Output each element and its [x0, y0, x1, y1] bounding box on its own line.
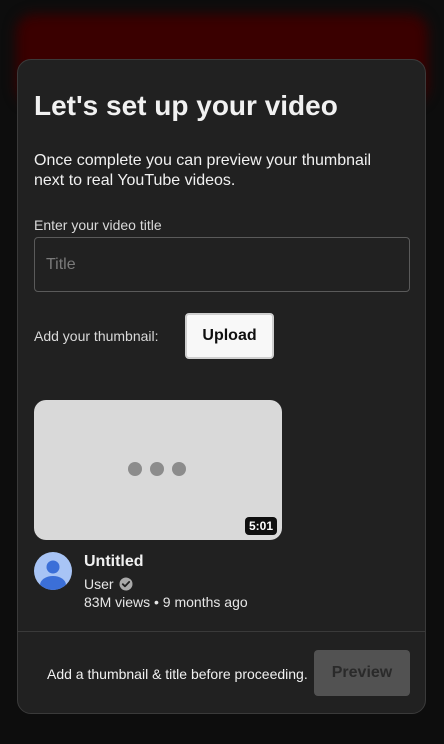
- thumbnail-field-label: Add your thumbnail:: [34, 328, 159, 344]
- thumbnail-placeholder: 5:01: [34, 400, 282, 540]
- video-setup-dialog: Let's set up your video Once complete yo…: [17, 59, 426, 714]
- user-avatar-icon: [34, 552, 72, 590]
- video-meta: 83M views • 9 months ago: [84, 594, 248, 610]
- dot: [128, 462, 142, 476]
- dot: [172, 462, 186, 476]
- duration-badge: 5:01: [244, 517, 277, 535]
- title-field-label: Enter your video title: [34, 217, 162, 233]
- video-title-input[interactable]: [34, 237, 410, 292]
- dot: [150, 462, 164, 476]
- preview-button[interactable]: Preview: [314, 650, 410, 696]
- channel-name: User: [84, 576, 114, 592]
- video-title: Untitled: [84, 553, 144, 570]
- upload-button[interactable]: Upload: [185, 313, 274, 359]
- three-dots-icon: [128, 462, 186, 476]
- verified-check-icon: [119, 577, 133, 591]
- dialog-subtitle: Once complete you can preview your thumb…: [34, 152, 372, 189]
- dialog-footer: Add a thumbnail & title before proceedin…: [18, 631, 425, 713]
- channel-row: User: [84, 576, 133, 592]
- dialog-title: Let's set up your video: [34, 90, 338, 121]
- avatar-figure: [40, 560, 66, 590]
- footer-hint: Add a thumbnail & title before proceedin…: [47, 666, 308, 682]
